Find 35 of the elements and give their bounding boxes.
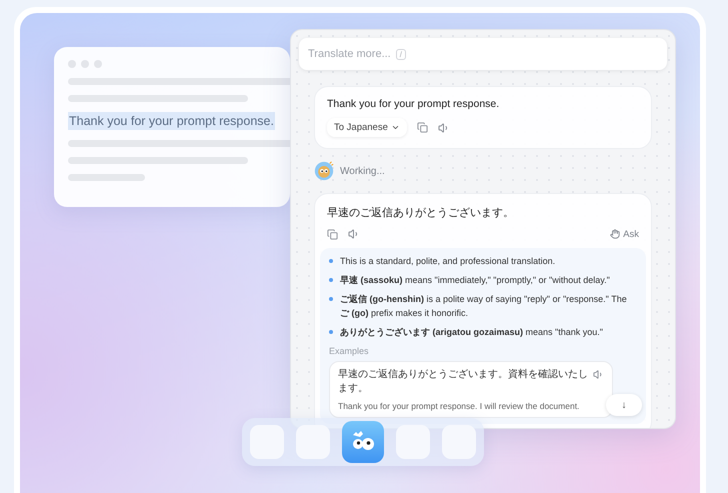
- translation-text: 早速のご返信ありがとうございます。: [327, 206, 515, 220]
- scroll-down-button[interactable]: ↓: [606, 394, 642, 416]
- chevron-down-icon: [390, 123, 400, 132]
- speaker-button[interactable]: [348, 228, 360, 240]
- bullet-dot: [329, 278, 333, 282]
- dock-tile[interactable]: [296, 425, 330, 459]
- ask-button[interactable]: Ask: [610, 228, 639, 240]
- shortcut-key: /: [396, 48, 406, 60]
- mascot-icon: [314, 161, 334, 181]
- examples-label: Examples: [329, 346, 370, 356]
- note-text: This is a standard, polite, and professional translation.: [340, 255, 556, 268]
- window-dot: [94, 60, 102, 68]
- copy-button[interactable]: [416, 122, 428, 133]
- dock-tile[interactable]: [396, 425, 430, 459]
- bullet-dot: [329, 259, 333, 263]
- speaker-button[interactable]: [438, 122, 450, 134]
- bullet-dot: [329, 297, 333, 301]
- speaker-button[interactable]: [593, 369, 604, 380]
- note-text: 早速 (sassoku) means "immediately," "promptly," or "without delay.": [340, 274, 610, 287]
- search-placeholder: Translate more...: [308, 48, 391, 60]
- source-text: Thank you for your prompt response.: [327, 98, 500, 110]
- app-dock-icon[interactable]: [342, 421, 384, 463]
- copy-button[interactable]: [327, 228, 338, 240]
- example-text: 早速のご返信ありがとうございます。資料を確認いたします。: [338, 368, 588, 396]
- window-dot: [68, 60, 76, 68]
- example-translation: Thank you for your prompt response. I will review the document.: [338, 401, 580, 411]
- status-text: Working...: [340, 166, 385, 176]
- note-text: ご返信 (go-henshin) is a polite way of saying "reply" or "response." The ご (go) prefix makes it honorific.: [340, 293, 628, 320]
- note-text: ありがとうございます (arigatou gozaimasu) means "thank you.": [340, 326, 603, 339]
- selected-text: Thank you for your prompt response.: [68, 112, 275, 130]
- language-dropdown[interactable]: To Japanese: [327, 118, 407, 137]
- dock-tile[interactable]: [442, 425, 476, 459]
- hand-icon: [610, 229, 620, 239]
- bullet-dot: [329, 330, 333, 334]
- window-dot: [81, 60, 89, 68]
